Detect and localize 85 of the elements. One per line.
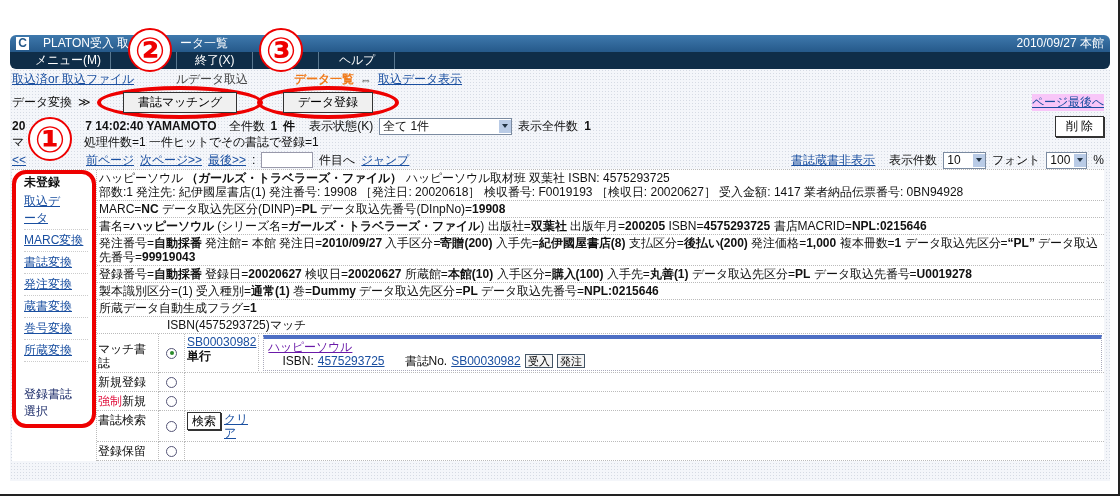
summary-text: 処理件数=1 一件ヒットでその書誌で登録=1 <box>84 133 319 151</box>
record-line: MARC=NC データ取込先区分(DINP)=PL データ取込先番号(DInpNo)=19908 <box>99 202 507 216</box>
record-line: 所蔵データ自動生成フラグ=1 <box>99 301 258 315</box>
convert-link[interactable]: 書誌変換 <box>24 254 72 271</box>
record-line: 製本識別区分=(1) 受入種別=通常(1) 巻=Dummy データ取込先区分=PL データ取込先番号=NPL:0215646 <box>99 284 660 298</box>
breadcrumb-text: データ一覧 <box>294 71 354 88</box>
total-count: 1 <box>270 119 278 133</box>
dropdown-icon <box>499 119 512 133</box>
isbn-label: ISBN: <box>282 354 314 368</box>
app-icon: C <box>16 37 29 50</box>
bib-no-label: 書誌No. <box>404 354 448 368</box>
bib-type: 単行 <box>187 349 212 363</box>
record-line: 部数:1 発注先: 紀伊國屋書店(1) 発注番号: 19908 ［発注日: 20020618］ 検収番号: F0019193 ［検収日: 20020627］ 受入金額: 1417 業者納品伝票番号: 0BN94928 <box>99 185 965 199</box>
tag-button[interactable]: 発注 <box>556 354 585 368</box>
step-button[interactable]: データ登録 <box>283 91 373 113</box>
pager-link[interactable]: 前ページ <box>86 151 134 169</box>
date-branch: 2010/09/27 本館 <box>1016 35 1104 52</box>
breadcrumb-text: ルデータ取込 <box>176 71 248 88</box>
convert-link[interactable]: 発注変換 <box>24 276 72 293</box>
record-line: 書名=ハッピーソウル (シリーズ名=ガールズ・トラベラーズ・ファイル) 出版社=双葉社 出版年月=200205 ISBN=4575293725 書店MACRID=NPL:0215646 <box>99 219 928 233</box>
radio-button[interactable] <box>166 445 177 457</box>
goto-label: 件目へ <box>319 151 356 169</box>
clear-link[interactable]: クリア <box>224 412 248 440</box>
delete-button[interactable]: 削 除 <box>1054 115 1104 137</box>
total-unit: 件 <box>283 117 296 135</box>
convert-link[interactable]: 蔵書変換 <box>24 298 72 315</box>
radio-button[interactable] <box>166 395 177 407</box>
book-title-link[interactable]: ハッピーソウル <box>268 340 353 354</box>
convert-link[interactable]: 所蔵変換 <box>24 342 72 359</box>
isbn-link[interactable]: 4575293725 <box>317 354 385 368</box>
breadcrumb-link[interactable]: 取込データ表示 <box>378 71 462 88</box>
pager-link[interactable]: 次ページ>> <box>140 151 203 169</box>
timestamp-user: 7 14:02:40 YAMAMOTO <box>85 119 217 133</box>
goto-input[interactable] <box>261 152 314 168</box>
data-convert-label: データ変換 <box>12 93 72 111</box>
dropdown-icon <box>973 153 986 167</box>
separator-text: ≫ <box>78 95 91 109</box>
option-label: マッチ書誌 <box>98 342 146 370</box>
colon-text: : <box>252 153 256 167</box>
display-state-select[interactable]: 全て 1件 <box>379 117 513 135</box>
summary-text: マ <box>12 133 24 151</box>
convert-link[interactable]: 巻号変換 <box>24 320 72 337</box>
total-label: 全件数 <box>228 117 265 135</box>
breadcrumb-text: ⇔ <box>360 72 372 87</box>
window-title: PLATON受入 取 <box>43 36 130 50</box>
tag-button[interactable]: 受入 <box>524 354 553 368</box>
select-bib-label: 登録書誌選択 <box>24 387 72 418</box>
record-line: ハッピーソウル （ガールズ・トラベラーズ・ファイル） ハッピーソウル取材班 双葉社 ISBN: 4575293725 <box>99 171 671 185</box>
dropdown-icon <box>1074 153 1087 167</box>
shown-total-count: 1 <box>584 119 591 133</box>
step-number-badge: ② <box>128 28 172 72</box>
per-page-label: 表示件数 <box>889 151 938 169</box>
step-number-badge: ③ <box>259 28 303 72</box>
option-label: 書誌検索 <box>98 413 146 427</box>
radio-button[interactable] <box>166 420 177 432</box>
search-button[interactable]: 検索 <box>187 412 221 430</box>
per-page-select[interactable]: 10 <box>943 151 987 169</box>
window-title: ータ一覧 <box>180 36 228 50</box>
radio-button[interactable] <box>166 376 177 388</box>
option-label: 登録保留 <box>98 444 146 458</box>
breadcrumb-link[interactable]: 取込済or 取込ファイル <box>12 71 134 88</box>
hide-holdings-link[interactable]: 書誌蔵書非表示 <box>791 151 876 169</box>
font-size-select[interactable]: 100 <box>1046 151 1088 169</box>
percent-text: % <box>1093 153 1104 167</box>
radio-button[interactable] <box>166 347 177 359</box>
match-header: ISBN(4575293725)マッチ <box>167 318 306 332</box>
record-line: 発注番号=自動採番 発注館= 本館 発注日=2010/09/27 入手区分=寄贈(200) 入手先=紀伊國屋書店(8) 支払区分=後払い(200) 発注価格=1,000 複本冊数=1 データ取込先区分=“PL” データ取込先番号=99919043 <box>99 236 1100 264</box>
first-page-link[interactable]: << <box>12 153 26 167</box>
record-line: 登録番号=自動採番 登録日=20020627 検収日=20020627 所蔵館=本館(10) 入手区分=購入(100) 入手先=丸善(1) データ取込先区分=PL データ取込先番号=U0019278 <box>99 267 973 281</box>
option-label: 新規登録 <box>98 375 146 389</box>
bib-id-link[interactable]: SB00030982 <box>187 335 257 349</box>
jump-link[interactable]: ジャンプ <box>361 151 410 169</box>
option-label: 新規 <box>122 394 146 408</box>
shown-total-label: 表示全件数 <box>518 117 579 135</box>
display-state-label: 表示状態(K) <box>309 117 374 135</box>
bib-no-link[interactable]: SB00030982 <box>451 354 521 368</box>
step-button[interactable]: 書誌マッチング <box>123 91 237 113</box>
status-label: 未登録 <box>24 175 60 189</box>
page-end-link[interactable]: ページ最後へ <box>1032 93 1104 111</box>
font-label: フォント <box>992 151 1041 169</box>
option-label: 強制 <box>98 394 122 408</box>
convert-link[interactable]: MARC変換 <box>24 232 84 249</box>
convert-link[interactable]: 取込データ <box>24 193 62 227</box>
pager-link[interactable]: 最後>> <box>208 151 247 169</box>
date-fragment: 20 <box>12 119 26 133</box>
